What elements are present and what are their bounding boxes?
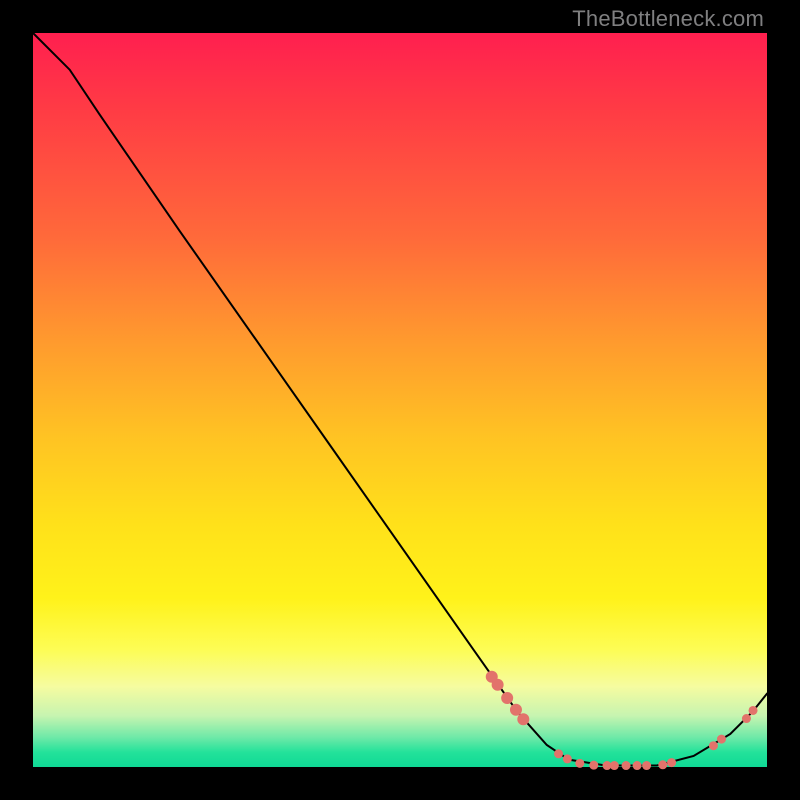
data-marker [709, 741, 718, 750]
data-marker [749, 706, 758, 715]
data-markers [486, 671, 758, 770]
data-marker [517, 713, 529, 725]
data-marker [589, 761, 598, 770]
data-marker [492, 679, 504, 691]
chart-frame: TheBottleneck.com [0, 0, 800, 800]
data-marker [510, 704, 522, 716]
data-marker [610, 761, 619, 770]
watermark-label: TheBottleneck.com [572, 6, 764, 32]
data-marker [717, 735, 726, 744]
data-marker [622, 761, 631, 770]
data-marker [642, 761, 651, 770]
data-marker [667, 758, 676, 767]
data-marker [501, 692, 513, 704]
chart-overlay [33, 33, 767, 767]
data-marker [658, 760, 667, 769]
data-marker [554, 749, 563, 758]
data-marker [742, 714, 751, 723]
data-marker [563, 754, 572, 763]
data-marker [575, 759, 584, 768]
bottleneck-curve [33, 33, 767, 766]
data-marker [633, 761, 642, 770]
